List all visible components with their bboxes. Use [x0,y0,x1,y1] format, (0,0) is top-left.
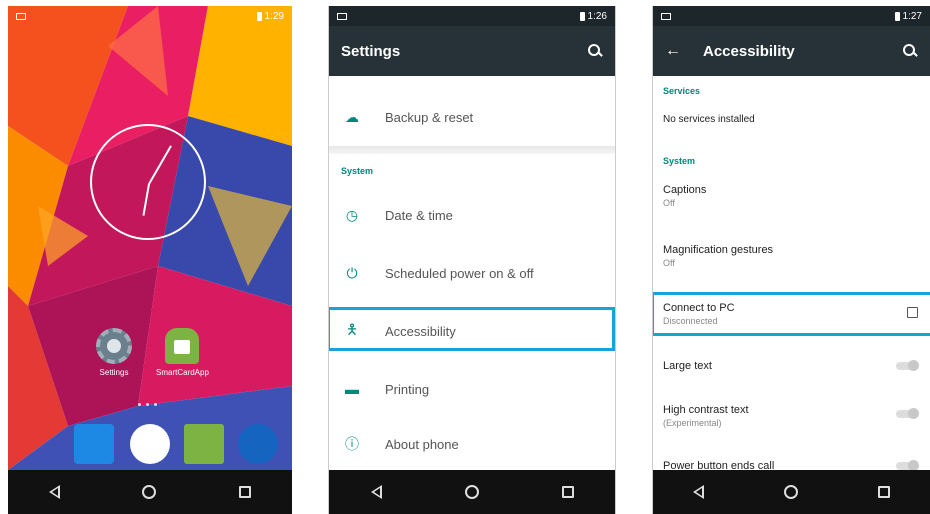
section-header-system: System [663,156,696,166]
nav-bar [329,470,615,514]
app-label: Settings [99,368,129,377]
nav-bar [653,470,930,514]
clock-minute-hand [148,145,172,185]
recent-apps-icon[interactable] [561,486,574,498]
page-indicator [138,403,157,406]
divider [329,146,615,154]
notification-icon [337,12,347,20]
highlight-box [653,292,930,336]
home-screen: 1:29 Settings SmartCardApp [8,6,292,514]
battery-icon [256,11,262,21]
messaging-icon[interactable] [184,424,224,464]
pref-magnification-gestures[interactable]: Magnification gestures Off [663,244,930,268]
pref-title: Magnification gestures [663,244,774,256]
contacts-icon[interactable] [74,424,114,464]
app-label: SmartCardApp [156,368,209,377]
pref-high-contrast-text[interactable]: High contrast text (Experimental) [663,404,930,428]
battery-icon [579,11,585,21]
pref-title: Captions [663,184,707,196]
settings-item-date-time[interactable]: ◷ Date & time [329,186,615,244]
no-services-label: No services installed [663,114,755,125]
app-settings[interactable]: Settings [96,328,132,377]
recent-apps-icon[interactable] [238,486,251,498]
pref-large-text[interactable]: Large text [663,360,930,372]
no-services-text: No services installed [663,114,930,125]
home-icon[interactable] [784,485,798,499]
app-bar: Settings [329,26,615,76]
app-drawer-icon[interactable] [130,424,170,464]
back-arrow-icon[interactable]: ← [665,42,681,60]
back-icon[interactable] [49,485,61,499]
pref-summary: Off [663,258,675,268]
highlight-box [329,307,615,351]
app-bar: ← Accessibility [653,26,930,76]
home-icon[interactable] [142,485,157,499]
pref-captions[interactable]: Captions Off [663,184,930,208]
pref-summary: (Experimental) [663,418,722,428]
search-icon[interactable] [587,43,603,59]
pref-title: Large text [663,360,712,372]
app-smartcardapp[interactable]: SmartCardApp [156,328,209,377]
status-bar: 1:29 [8,6,292,26]
back-icon[interactable] [693,485,704,499]
settings-item-label: About phone [385,436,459,452]
settings-gear-icon [96,328,132,364]
info-icon: ⓘ [345,436,359,452]
printer-icon: ▬ [345,381,359,397]
status-bar: 1:26 [329,6,615,26]
android-icon [165,328,200,364]
browser-globe-icon[interactable] [238,424,278,464]
settings-item-printing[interactable]: ▬ Printing [329,360,615,418]
notification-icon [661,12,671,20]
settings-item-label: Backup & reset [385,109,474,125]
back-icon[interactable] [370,485,382,499]
power-icon: ⏻ [346,264,358,281]
status-time: 1:26 [587,10,607,22]
clock-icon: ◷ [345,206,359,223]
pref-title: High contrast text [663,404,749,416]
cloud-upload-icon: ☁ [345,108,359,125]
search-icon[interactable] [902,43,918,59]
settings-screen: 1:26 Settings ☁ Backup & reset System ◷ … [328,6,616,514]
recent-apps-icon[interactable] [878,486,890,498]
settings-item-scheduled-power[interactable]: ⏻ Scheduled power on & off [329,244,615,302]
section-header-services: Services [663,86,701,96]
home-icon[interactable] [464,485,479,499]
battery-icon [894,11,900,21]
settings-item-label: Scheduled power on & off [385,265,534,281]
large-text-toggle[interactable] [896,360,919,371]
pref-summary: Off [663,198,675,208]
settings-item-label: Date & time [385,207,453,223]
nav-bar [8,470,292,514]
settings-item-backup[interactable]: ☁ Backup & reset [329,88,615,146]
power-button-ends-call-toggle[interactable] [896,460,919,471]
page-title: Settings [341,42,401,60]
accessibility-screen: 1:27 ← Accessibility Services No service… [652,6,930,514]
notification-icon [16,12,26,20]
clock-hour-hand [142,183,150,216]
settings-item-label: Printing [385,381,430,397]
status-time: 1:27 [902,10,922,22]
status-time: 1:29 [264,10,284,22]
settings-item-about-phone[interactable]: ⓘ About phone [329,418,615,470]
status-bar: 1:27 [653,6,930,26]
high-contrast-toggle[interactable] [896,408,919,419]
page-title: Accessibility [703,42,795,60]
section-header-system: System [341,166,374,176]
analog-clock-widget[interactable] [90,124,206,240]
